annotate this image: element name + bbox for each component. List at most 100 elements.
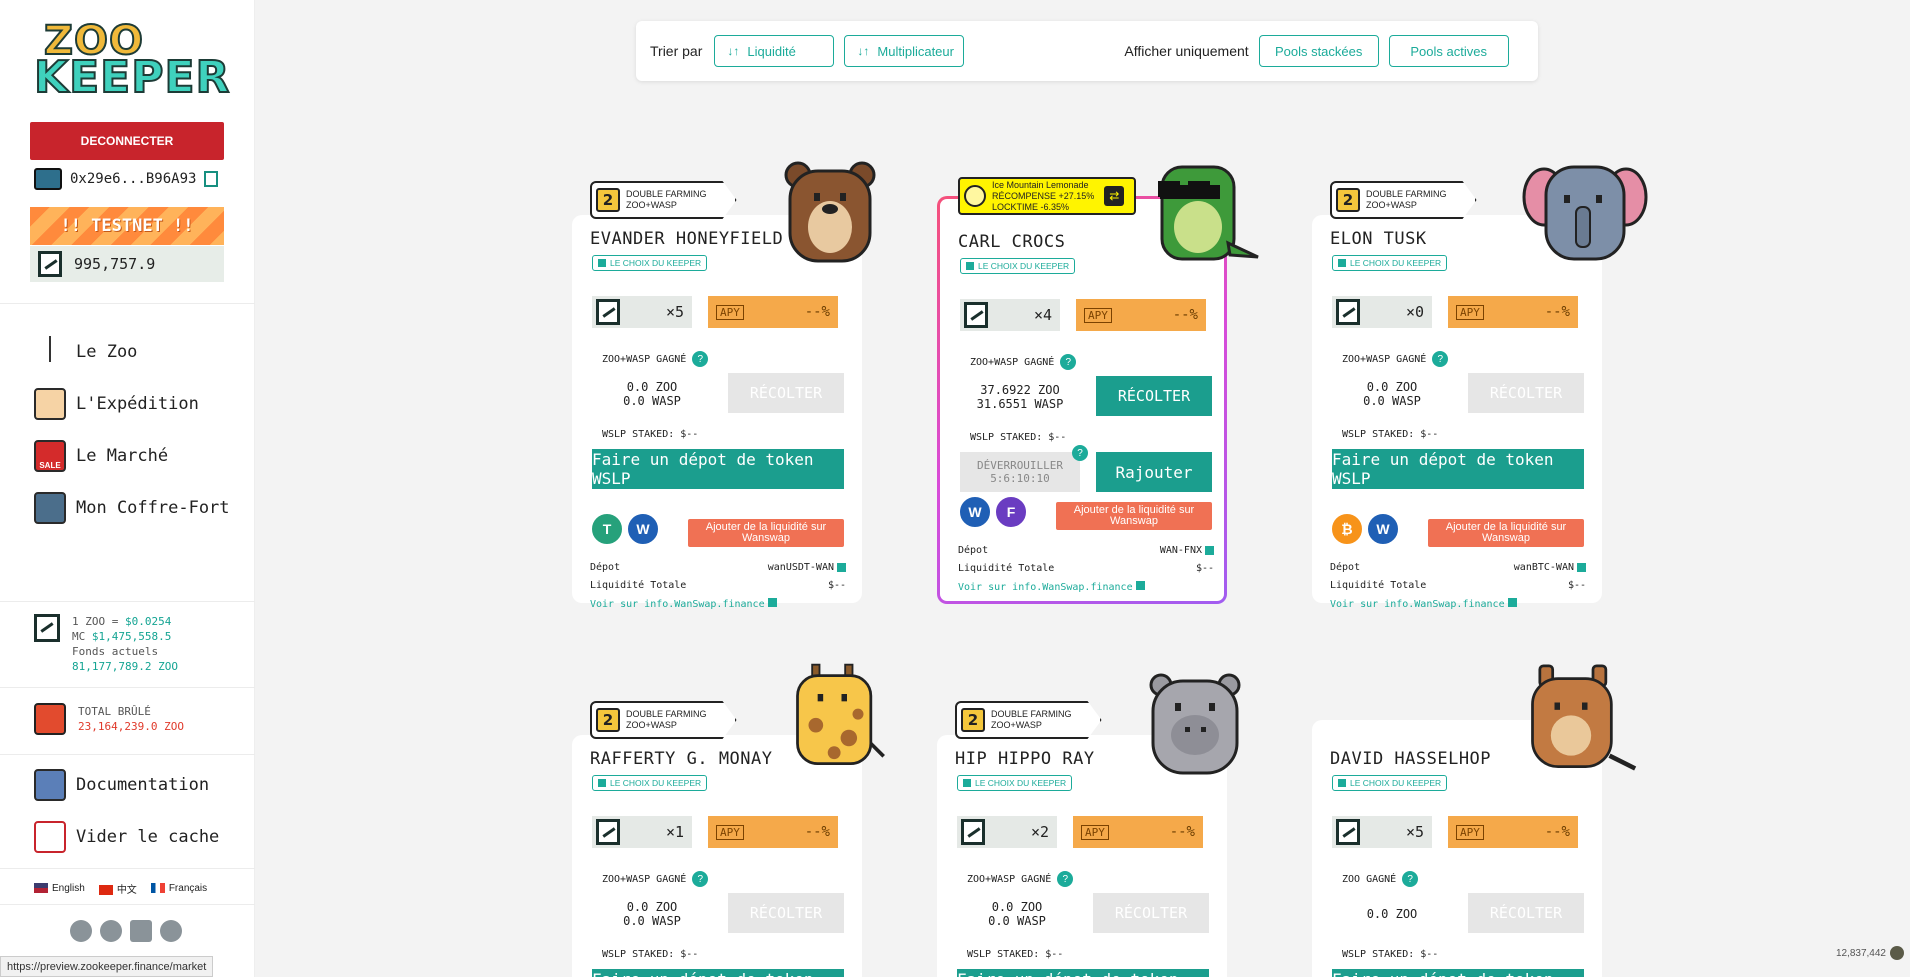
earned-label: ZOO+WASP GAGNÉ? — [1342, 351, 1449, 367]
lang-french[interactable]: Français — [150, 883, 208, 894]
harvest-button[interactable]: RÉCOLTER — [728, 893, 844, 933]
lang-chinese[interactable]: 中文 — [98, 881, 137, 896]
pool-card-boosted: Ice Mountain Lemonade RÉCOMPENSE +27.15% L… — [937, 165, 1259, 604]
harvest-button[interactable]: RÉCOLTER — [1468, 893, 1584, 933]
badge-pair: ZOO+WASP — [991, 720, 1042, 730]
deposit-button[interactable]: Faire un dépot de token WSLP — [592, 969, 844, 977]
add-liquidity-button[interactable]: Ajouter de la liquidité sur Wanswap — [1428, 519, 1584, 547]
boost-locktime: LOCKTIME -6.35% — [992, 201, 1070, 212]
earned-text: ZOO+WASP GAGNÉ — [967, 873, 1052, 885]
pool-card: 2 DOUBLE FARMING ZOO+WASP HIP HIPPO RAY LE… — [937, 673, 1241, 977]
earned-zoo: 0.0 ZOO — [1366, 907, 1418, 921]
fire-icon — [34, 703, 66, 735]
keeper-choice-tag: LE CHOIX DU KEEPER — [957, 775, 1073, 791]
nav-item-clear-cache[interactable]: Vider le cache — [34, 811, 219, 863]
earned-text: ZOO+WASP GAGNÉ — [1342, 353, 1427, 365]
sort-multiplier-button[interactable]: ↓↑ Multiplicateur — [844, 35, 965, 67]
earned-amounts: 0.0 ZOO 0.0 WASP — [957, 900, 1077, 928]
nav-item-vault[interactable]: Mon Coffre-Fort — [34, 482, 230, 534]
filter-staked-button[interactable]: Pools stackées — [1258, 35, 1379, 67]
external-link-icon — [1577, 562, 1586, 572]
add-liquidity-button[interactable]: Ajouter de la liquidité sur Wanswap — [1056, 502, 1212, 530]
info-link[interactable]: Voir sur info.WanSwap.finance — [590, 598, 777, 610]
harvest-button[interactable]: RÉCOLTER — [1096, 376, 1212, 416]
sidebar: ZOO KEEPER DECONNECTER 0x29e6...B96A93 !… — [0, 0, 255, 977]
telegram-icon[interactable] — [100, 920, 122, 942]
nav-item-market[interactable]: SALE Le Marché — [34, 430, 230, 482]
add-more-button[interactable]: Rajouter — [1096, 452, 1212, 492]
help-icon[interactable]: ? — [692, 871, 709, 887]
harvest-button[interactable]: RÉCOLTER — [728, 373, 844, 413]
fr-flag-icon — [150, 883, 165, 894]
filter-active-button[interactable]: Pools actives — [1388, 35, 1509, 67]
lang-english[interactable]: English — [34, 883, 85, 894]
add-liquidity-button[interactable]: Ajouter de la liquidité sur Wanswap — [688, 519, 844, 547]
help-icon[interactable]: ? — [1057, 871, 1074, 887]
harvest-button[interactable]: RÉCOLTER — [1468, 373, 1584, 413]
apy-badge: APY — [1456, 824, 1484, 840]
giraffe-icon — [796, 663, 885, 766]
github-icon[interactable] — [160, 920, 182, 942]
help-icon[interactable]: ? — [1432, 351, 1449, 367]
disconnect-button[interactable]: DECONNECTER — [30, 122, 224, 160]
keeper-choice-tag: LE CHOIX DU KEEPER — [592, 255, 708, 271]
depot-row: Dépot wanBTC-WAN — [1330, 562, 1586, 573]
copy-icon[interactable] — [204, 171, 219, 187]
total-liquidity-value: $-- — [1567, 580, 1586, 591]
apy-badge: APY — [1456, 304, 1484, 320]
boost-reward: RÉCOMPENSE +27.15% — [992, 190, 1095, 201]
help-icon[interactable]: ? — [1072, 445, 1088, 461]
info-link[interactable]: Voir sur info.WanSwap.finance — [958, 581, 1145, 593]
language-switcher: English 中文 Français — [34, 881, 207, 896]
filter-toolbar: Trier par ↓↑ Liquidité ↓↑ Multiplicateur A… — [636, 21, 1538, 81]
stats-row: ×0 APY --% — [1332, 296, 1578, 328]
price-value: $0.0254 — [124, 615, 172, 628]
deposit-button[interactable]: Faire un dépot de token WSLP — [1332, 449, 1584, 489]
deposit-button[interactable]: Faire un dépot de token WSLP — [1332, 969, 1584, 977]
apy: APY --% — [708, 296, 838, 328]
earned-amounts: 0.0 ZOO 0.0 WASP — [592, 900, 712, 928]
unlock-button[interactable]: DÉVERROUILLER 5:6:10:10 — [960, 452, 1080, 492]
nav-item-zoo[interactable]: Le Zoo — [34, 326, 230, 378]
zookeeper-logo[interactable]: ZOO KEEPER — [33, 17, 230, 104]
double-farming-icon: 2 — [961, 708, 985, 732]
corner-indicator: 12,837,442 — [1836, 946, 1904, 960]
sale-icon: SALE — [34, 440, 66, 472]
info-link[interactable]: Voir sur info.WanSwap.finance — [1330, 598, 1517, 610]
multiplier: ×5 — [592, 296, 692, 328]
sort-liquidity-button[interactable]: ↓↑ Liquidité — [714, 35, 835, 67]
sort-arrows-icon: ↓↑ — [727, 44, 740, 58]
twitter-icon[interactable] — [70, 920, 92, 942]
keeper-choice-label: LE CHOIX DU KEEPER — [975, 778, 1067, 788]
earned-label: ZOO+WASP GAGNÉ? — [967, 871, 1074, 887]
apy: APY --% — [1448, 296, 1578, 328]
depot-link[interactable]: WAN-FNX — [1160, 545, 1214, 556]
pool-name: DAVID HASSELHOP — [1330, 749, 1492, 769]
deposit-button[interactable]: Faire un dépot de token WSLP — [592, 449, 844, 489]
help-icon[interactable]: ? — [1060, 354, 1077, 370]
us-flag-icon — [34, 883, 48, 894]
nav-item-expedition[interactable]: L'Expédition — [34, 378, 230, 430]
apy-value: --% — [1169, 824, 1195, 840]
wallet-icon — [34, 168, 62, 190]
depot-link[interactable]: wanUSDT-WAN — [768, 562, 846, 573]
help-icon[interactable]: ? — [692, 351, 709, 367]
bear-icon — [784, 161, 876, 263]
main-nav: Le Zoo L'Expédition SALE Le Marché Mon C… — [34, 326, 230, 534]
harvest-button[interactable]: RÉCOLTER — [1093, 893, 1209, 933]
multiplier-value: ×5 — [665, 303, 684, 321]
zoo-balance-value: 995,757.9 — [74, 255, 156, 273]
lang-label: Français — [168, 883, 208, 894]
deposit-button[interactable]: Faire un dépot de token WSLP — [957, 969, 1209, 977]
nav-item-documentation[interactable]: Documentation — [34, 759, 219, 811]
multiplier-value: ×4 — [1033, 306, 1052, 324]
help-icon[interactable]: ? — [1402, 871, 1419, 887]
documentation-icon — [34, 769, 66, 801]
external-link-icon — [767, 598, 777, 607]
medium-icon[interactable] — [130, 920, 152, 942]
multiplier: ×0 — [1332, 296, 1432, 328]
external-link-icon — [837, 562, 846, 572]
info-link-label: Voir sur info.WanSwap.finance — [590, 599, 765, 610]
depot-link[interactable]: wanBTC-WAN — [1514, 562, 1586, 573]
stats-row: ×4 APY --% — [960, 299, 1206, 331]
